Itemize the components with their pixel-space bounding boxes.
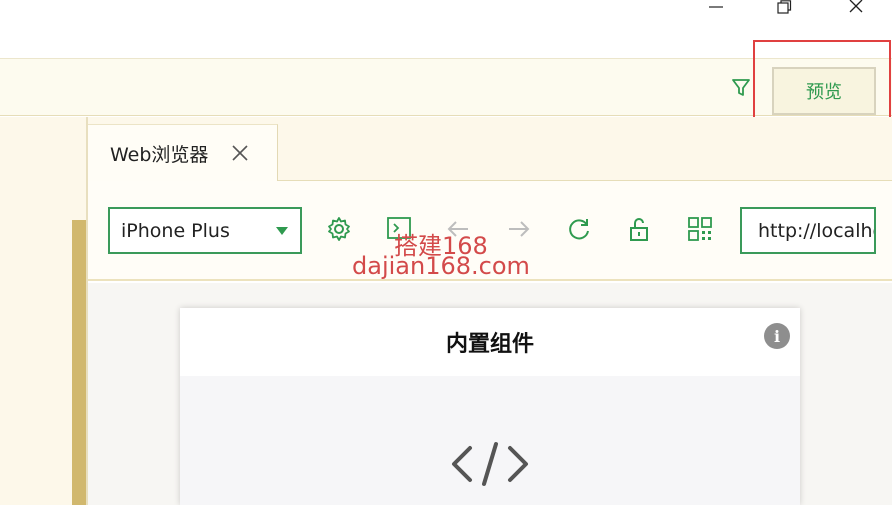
close-icon — [849, 0, 863, 13]
device-select-value: iPhone Plus — [121, 219, 230, 242]
tab-close-button[interactable] — [228, 141, 252, 165]
restore-button[interactable] — [764, 0, 804, 14]
restore-icon — [777, 0, 792, 14]
device-select[interactable]: iPhone Plus — [108, 207, 302, 254]
url-input[interactable]: http://localhost — [740, 207, 876, 254]
close-window-button[interactable] — [836, 0, 876, 14]
refresh-icon[interactable] — [565, 215, 593, 243]
tab-label: Web浏览器 — [110, 143, 209, 166]
preview-header: 内置组件 — [180, 308, 800, 376]
back-arrow-icon[interactable] — [444, 215, 472, 243]
inspector-icon[interactable] — [385, 215, 413, 243]
preview-button[interactable]: 预览 — [772, 67, 876, 115]
phone-preview: 内置组件 i — [180, 308, 800, 505]
info-icon[interactable]: i — [764, 323, 790, 349]
tab-strip: Web浏览器 — [88, 117, 892, 181]
unlock-icon[interactable] — [625, 215, 653, 243]
tab-web-browser[interactable]: Web浏览器 — [88, 124, 278, 181]
forward-arrow-icon[interactable] — [505, 215, 533, 243]
preview-title: 内置组件 — [445, 332, 534, 357]
filter-icon[interactable] — [730, 77, 752, 99]
browser-content: 内置组件 i — [88, 283, 892, 505]
url-text: http://localhost — [758, 219, 874, 242]
browser-toolbar: iPhone Plus http://localh — [88, 181, 892, 281]
chevron-down-icon — [276, 227, 288, 235]
left-panel-scrollbar[interactable] — [72, 220, 86, 505]
minimize-button[interactable] — [696, 0, 736, 14]
gear-icon[interactable] — [325, 215, 353, 243]
top-toolbar: 预览 — [0, 58, 892, 116]
preview-body — [180, 376, 800, 505]
minimize-icon — [709, 6, 723, 8]
code-icon — [452, 442, 528, 486]
qrcode-icon[interactable] — [686, 215, 714, 243]
title-bar — [0, 0, 892, 58]
close-icon — [232, 145, 248, 161]
